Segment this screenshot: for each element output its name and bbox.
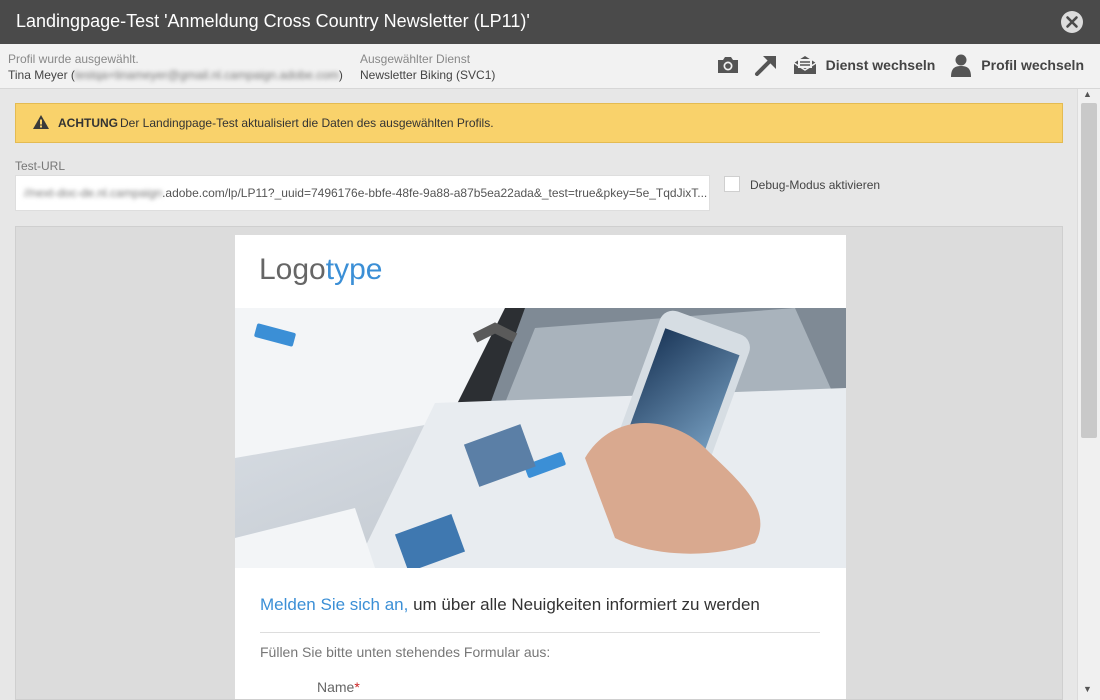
service-value: Newsletter Biking (SVC1) bbox=[360, 68, 496, 82]
test-url-host: //next-doc-de.nl.campaign bbox=[24, 186, 163, 200]
logo-accent: type bbox=[325, 253, 383, 286]
service-info: Ausgewählter Dienst Newsletter Biking (S… bbox=[360, 51, 495, 83]
headline-rest: um über alle Neuigkeiten informiert zu w… bbox=[408, 595, 760, 614]
warning-text: Der Landingpage-Test aktualisiert die Da… bbox=[120, 116, 494, 130]
change-profile-label: Profil wechseln bbox=[981, 57, 1084, 73]
debug-checkbox[interactable] bbox=[724, 176, 740, 192]
toolbar: Dienst wechseln Profil wechseln bbox=[716, 53, 1084, 77]
screenshot-button[interactable] bbox=[716, 55, 740, 75]
user-icon bbox=[951, 54, 972, 77]
landing-page-preview: Logotype Melden Sie sich an, um über all… bbox=[15, 226, 1063, 700]
service-label: Ausgewählter Dienst bbox=[360, 52, 471, 66]
profile-email: testqa+tinameyer@gmail.nl.campaign.adobe… bbox=[74, 68, 339, 82]
arrow-out-icon bbox=[754, 56, 776, 76]
open-external-button[interactable] bbox=[754, 54, 778, 76]
name-label: Name bbox=[317, 679, 355, 695]
headline-blue: Melden Sie sich an, bbox=[260, 595, 409, 614]
test-url-field[interactable]: //next-doc-de.nl.campaign.adobe.com/lp/L… bbox=[15, 175, 710, 211]
change-service-button[interactable]: Dienst wechseln bbox=[792, 54, 936, 76]
landing-headline: Melden Sie sich an, um über alle Neuigke… bbox=[260, 595, 760, 615]
title-bar: Landingpage-Test 'Anmeldung Cross Countr… bbox=[0, 0, 1100, 44]
warning-title: ACHTUNG bbox=[58, 116, 118, 130]
scrollbar-thumb[interactable] bbox=[1081, 103, 1097, 438]
logo: Logotype bbox=[259, 253, 382, 287]
logo-main: Logo bbox=[259, 253, 326, 286]
name-field-label: Name* bbox=[317, 679, 360, 695]
vertical-scrollbar[interactable]: ▲ ▼ bbox=[1077, 89, 1100, 700]
profile-name: Tina Meyer bbox=[8, 68, 68, 82]
divider bbox=[260, 632, 820, 633]
scroll-up-icon[interactable]: ▲ bbox=[1083, 89, 1092, 99]
profile-value: Tina Meyer (testqa+tinameyer@gmail.nl.ca… bbox=[8, 67, 343, 83]
close-button[interactable] bbox=[1060, 10, 1084, 34]
hero-image bbox=[235, 308, 846, 568]
landing-page: Logotype Melden Sie sich an, um über all… bbox=[235, 235, 846, 699]
warning-banner: ACHTUNG Der Landingpage-Test aktualisier… bbox=[15, 103, 1063, 143]
profile-email-close: ) bbox=[338, 68, 343, 82]
debug-checkbox-label: Debug-Modus aktivieren bbox=[750, 178, 881, 192]
main-content: ACHTUNG Der Landingpage-Test aktualisier… bbox=[0, 89, 1077, 700]
warning-icon bbox=[33, 115, 49, 129]
profile-label: Profil wurde ausgewählt. bbox=[8, 52, 139, 66]
required-mark: * bbox=[354, 679, 360, 695]
profile-info: Profil wurde ausgewählt. Tina Meyer (tes… bbox=[8, 51, 343, 83]
test-url-value: .adobe.com/lp/LP11?_uuid=7496176e-bbfe-4… bbox=[162, 186, 708, 200]
test-url-label: Test-URL bbox=[15, 159, 66, 173]
scroll-down-icon[interactable]: ▼ bbox=[1083, 684, 1092, 694]
form-hint: Füllen Sie bitte unten stehendes Formula… bbox=[260, 644, 551, 660]
change-profile-button[interactable]: Profil wechseln bbox=[949, 53, 1084, 77]
camera-icon bbox=[717, 57, 738, 73]
window-title: Landingpage-Test 'Anmeldung Cross Countr… bbox=[16, 11, 530, 31]
info-bar: Profil wurde ausgewählt. Tina Meyer (tes… bbox=[0, 44, 1100, 89]
close-icon bbox=[1061, 11, 1083, 33]
hero-illustration bbox=[235, 308, 846, 568]
envelope-icon bbox=[793, 56, 816, 74]
change-service-label: Dienst wechseln bbox=[825, 57, 936, 73]
